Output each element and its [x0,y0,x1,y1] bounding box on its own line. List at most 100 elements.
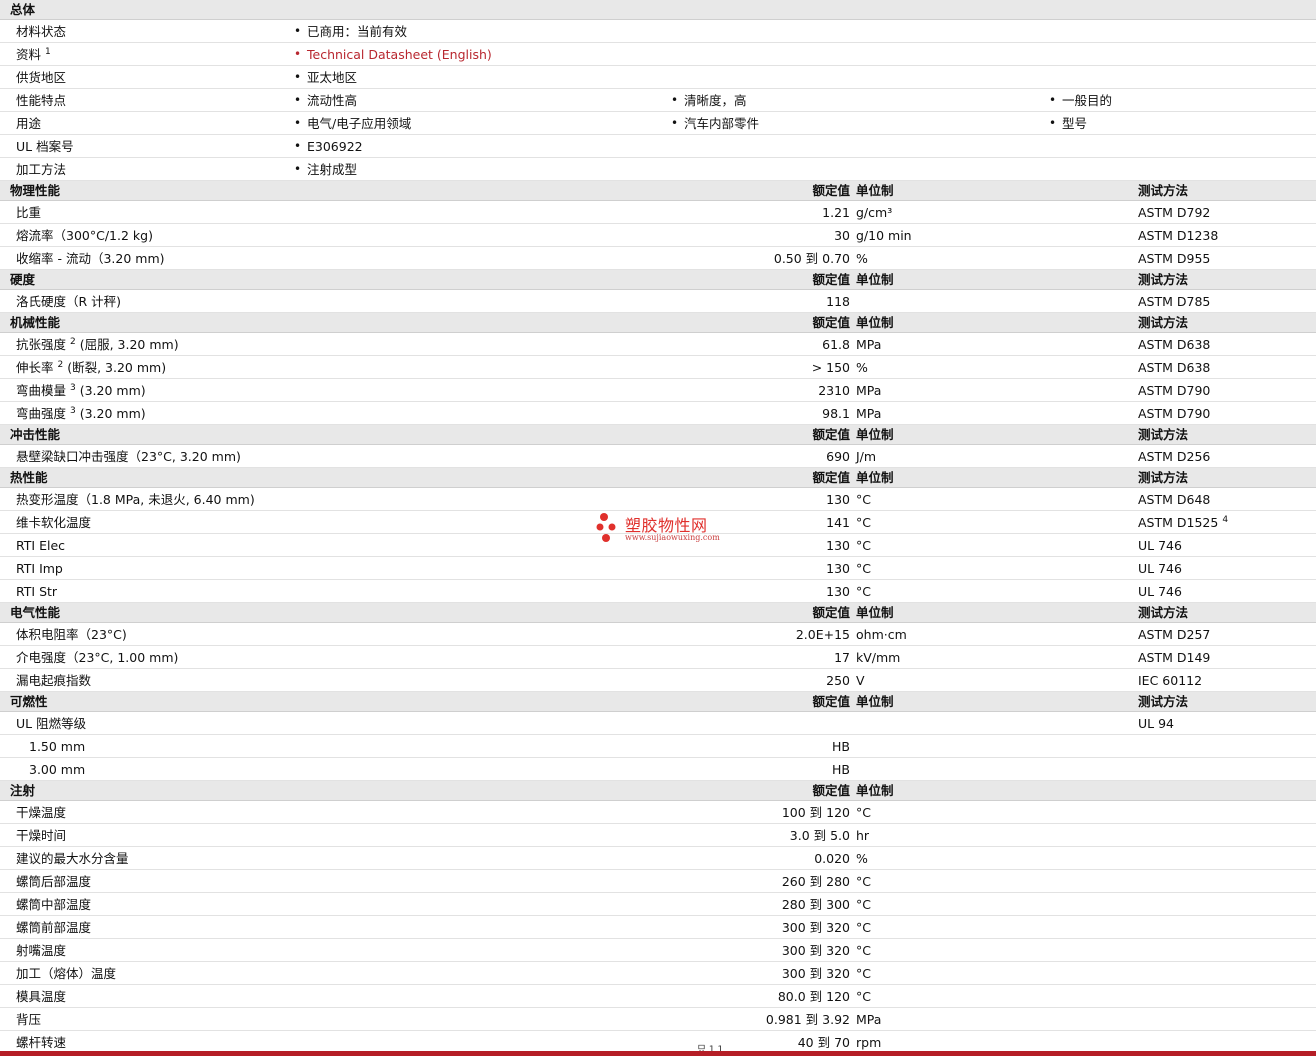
row-label: 螺筒中部温度 [16,897,92,912]
row-value: 80.0 到 120 [777,989,850,1004]
row-test: ASTM D149 [1138,650,1211,665]
row-label: 比重 [16,205,42,220]
bullet-value: 清晰度，高 [670,89,747,112]
row-label: RTI Elec [16,538,66,553]
bullet-value: 一般目的 [1048,89,1112,112]
column-header-value: 额定值 [812,783,850,798]
row-unit: kV/mm [856,650,901,665]
row-value: 98.1 [822,406,850,421]
row-unit: MPa [856,1012,882,1027]
row-value: > 150 [811,360,850,375]
row-label: 熔流率（300°C/1.2 kg) [16,228,153,243]
row-label: 维卡软化温度 [16,515,92,530]
row-unit: MPa [856,337,882,352]
table-row: 3.00 mm HB [0,758,1316,781]
column-header-unit: 单位制 [856,183,894,198]
row-unit: °C [856,538,871,553]
general-row-processing: 加工方法 注射成型 [0,158,1316,181]
row-label: 收缩率 - 流动（3.20 mm) [16,251,165,266]
row-unit: V [856,673,865,688]
row-test: UL 746 [1138,538,1182,553]
table-row: 维卡软化温度 141 °C ASTM D1525 4 [0,511,1316,534]
row-test: ASTM D1238 [1138,228,1219,243]
row-value: 690 [826,449,850,464]
bullet-value: 型号 [1048,112,1087,135]
row-label: 背压 [16,1012,42,1027]
column-header-value: 额定值 [812,315,850,330]
column-header-test: 测试方法 [1138,470,1189,485]
row-value: 130 [826,538,850,553]
row-unit: hr [856,828,870,843]
section-title: 电气性能 [10,605,61,620]
row-unit: °C [856,561,871,576]
column-header-unit: 单位制 [856,694,894,709]
section-title: 硬度 [10,272,36,287]
footnote-marker: 3 [70,406,76,416]
row-value: 130 [826,584,850,599]
footnote-marker: 1 [45,47,51,57]
row-label: 抗张强度 2 (屈服, 3.20 mm) [16,337,179,352]
footer-bar [0,1051,1316,1056]
row-unit: °C [856,897,871,912]
column-header-test: 测试方法 [1138,605,1189,620]
table-row: 洛氏硬度（R 计秤) 118 ASTM D785 [0,290,1316,313]
bullet-value: 电气/电子应用领域 [293,112,411,135]
general-row-features: 性能特点 流动性高 清晰度，高 一般目的 [0,89,1316,112]
table-row: 1.50 mm HB [0,735,1316,758]
table-row: 干燥温度 100 到 120 °C [0,801,1316,824]
table-row: 收缩率 - 流动（3.20 mm) 0.50 到 0.70 % ASTM D95… [0,247,1316,270]
row-test: ASTM D792 [1138,205,1211,220]
row-label: 弯曲模量 3 (3.20 mm) [16,383,146,398]
table-row: 背压 0.981 到 3.92 MPa [0,1008,1316,1031]
row-test: ASTM D790 [1138,406,1211,421]
footnote-marker: 2 [57,360,64,370]
section-title: 总体 [10,2,36,17]
table-row: 介电强度（23°C, 1.00 mm) 17 kV/mm ASTM D149 [0,646,1316,669]
row-value: 1.21 [822,205,850,220]
bullet-value: 亚太地区 [293,66,357,89]
row-label: 干燥温度 [16,805,67,820]
row-label: 加工（熔体）温度 [16,966,117,981]
row-unit: °C [856,920,871,935]
section-title: 机械性能 [10,315,61,330]
table-row: 悬壁梁缺口冲击强度（23°C, 3.20 mm) 690 J/m ASTM D2… [0,445,1316,468]
bullet-value: 已商用：当前有效 [293,20,407,43]
bullet-value: E306922 [293,135,363,158]
column-header-value: 额定值 [812,427,850,442]
section-title: 冲击性能 [10,427,61,442]
row-value: 250 [826,673,850,688]
row-test: UL 94 [1138,716,1174,731]
table-row: 体积电阻率（23°C) 2.0E+15 ohm·cm ASTM D257 [0,623,1316,646]
row-test: ASTM D648 [1138,492,1211,507]
row-label: 体积电阻率（23°C) [16,627,127,642]
row-value: 118 [826,294,850,309]
row-test: ASTM D638 [1138,360,1211,375]
table-row: RTI Str 130 °C UL 746 [0,580,1316,603]
row-unit: % [856,251,868,266]
section-header-general: 总体 [0,0,1316,20]
bullet-value: 汽车内部零件 [670,112,759,135]
row-label: 漏电起痕指数 [16,673,92,688]
column-header-test: 测试方法 [1138,272,1189,287]
row-label: 介电强度（23°C, 1.00 mm) [16,650,179,665]
general-row-status: 材料状态 已商用：当前有效 [0,20,1316,43]
column-header-unit: 单位制 [856,272,894,287]
row-label: UL 阻燃等级 [16,716,87,731]
table-row: 伸长率 2 (断裂, 3.20 mm) > 150 % ASTM D638 [0,356,1316,379]
row-value: 2310 [818,383,850,398]
row-value: 280 到 300 [781,897,850,912]
row-label: 热变形温度（1.8 MPa, 未退火, 6.40 mm) [16,492,255,507]
row-test: ASTM D638 [1138,337,1211,352]
row-value: 30 [834,228,850,243]
technical-datasheet-link[interactable]: Technical Datasheet (English) [293,43,492,66]
row-value: 130 [826,561,850,576]
row-value: 300 到 320 [781,966,850,981]
row-unit: °C [856,874,871,889]
column-header-value: 额定值 [812,183,850,198]
row-label: RTI Str [16,584,58,599]
row-label: 性能特点 [16,93,67,108]
row-label: 建议的最大水分含量 [16,851,129,866]
footnote-marker: 2 [70,337,76,347]
row-label: 洛氏硬度（R 计秤) [16,294,122,309]
row-label: 伸长率 2 (断裂, 3.20 mm) [16,360,167,375]
